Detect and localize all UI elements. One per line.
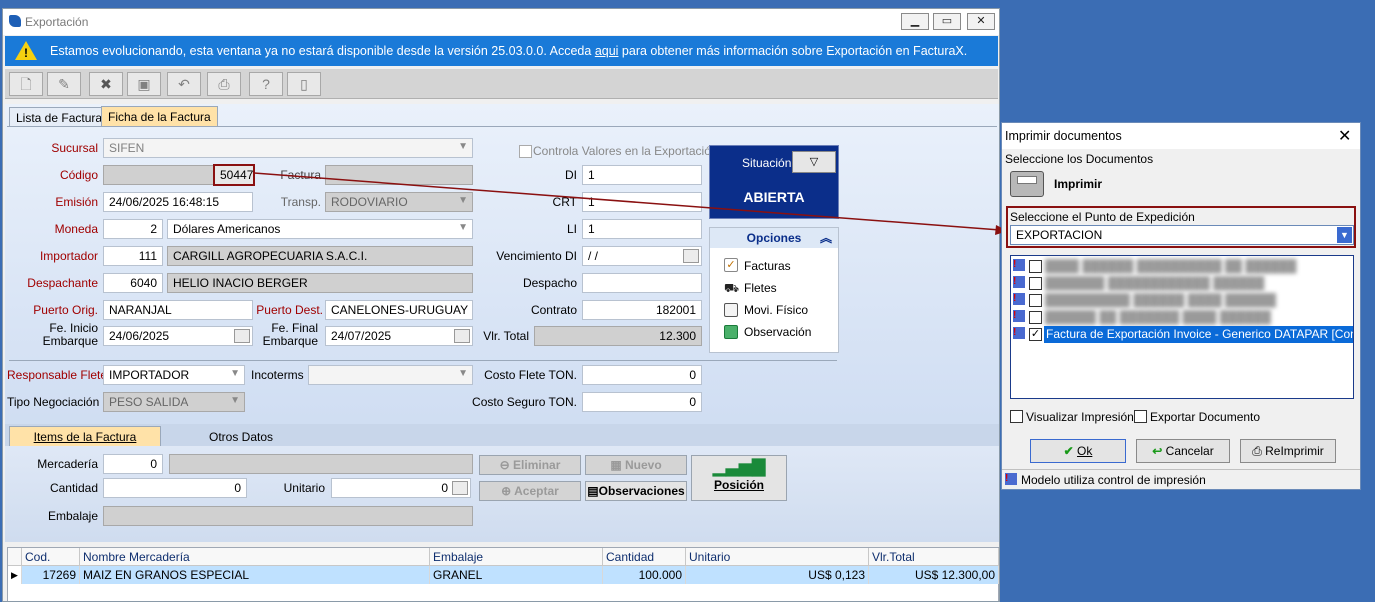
alert-icon: ! [1005,473,1017,485]
dialog-title-bar: Imprimir documentos ✕ [1002,123,1360,149]
doc-selected-label: Factura de Exportación Invoice - Generic… [1044,326,1353,343]
document-icon: ! [1013,259,1025,271]
printer-icon [1010,171,1044,197]
printer-small-icon: ⎙ [1252,444,1266,458]
punto-label: Seleccione el Punto de Expedición [1010,210,1195,224]
doc-checkbox[interactable] [1029,294,1042,307]
doc-checkbox-checked[interactable]: ✓ [1029,328,1042,341]
document-icon: ! [1013,310,1025,322]
doc-checkbox[interactable] [1029,311,1042,324]
document-icon: ! [1013,327,1025,339]
status-text: Modelo utiliza control de impresión [1021,473,1206,487]
visualizar-checkbox[interactable] [1010,410,1023,423]
dialog-status-bar: ! Modelo utiliza control de impresión [1002,469,1360,489]
exportar-checkbox[interactable] [1134,410,1147,423]
document-icon: ! [1013,276,1025,288]
ok-button[interactable]: ✔ Ok [1030,439,1126,463]
undo-icon: ↩ [1152,444,1166,458]
dialog-title: Imprimir documentos [1005,129,1122,143]
documents-list: ! ████ ██████ ██████████ ██ ██████ ! ███… [1010,255,1354,399]
chevron-down-icon: ▼ [1337,227,1352,243]
visualizar-label: Visualizar Impresión [1026,410,1134,424]
imprimir-label: Imprimir [1054,177,1103,191]
doc-checkbox[interactable] [1029,260,1042,273]
doc-checkbox[interactable] [1029,277,1042,290]
select-docs-label: Seleccione los Documentos [1005,152,1154,166]
dialog-close-icon[interactable]: ✕ [1338,126,1351,146]
reimprimir-button[interactable]: ⎙ ReImprimir [1240,439,1336,463]
exportar-label: Exportar Documento [1150,410,1261,424]
check-icon: ✔ [1063,444,1078,458]
print-dialog: Imprimir documentos ✕ Seleccione los Doc… [1001,122,1361,490]
document-icon: ! [1013,293,1025,305]
punto-select[interactable]: EXPORTACION ▼ [1010,225,1354,245]
cancelar-button[interactable]: ↩ Cancelar [1136,439,1230,463]
